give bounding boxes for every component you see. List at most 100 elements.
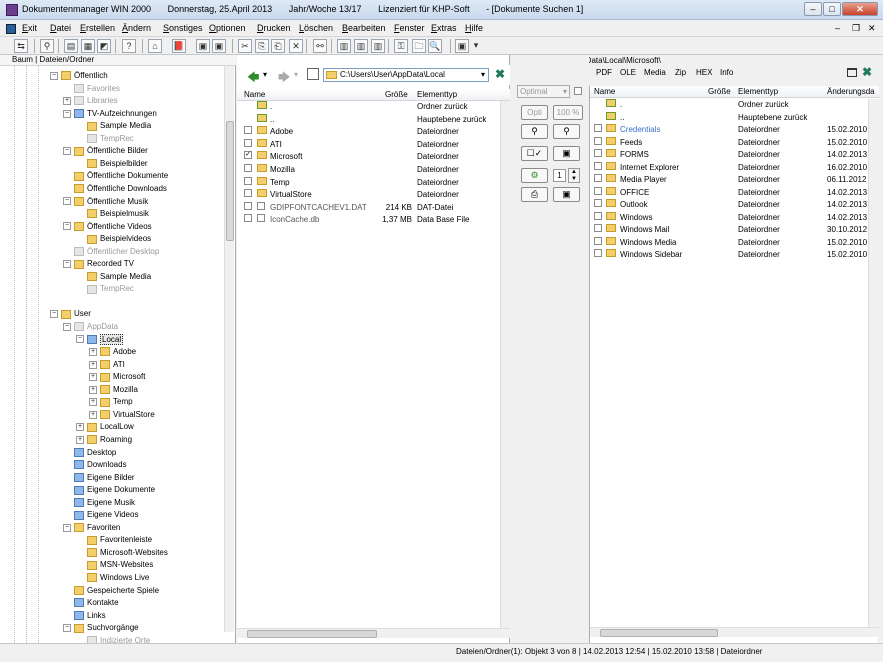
file-row[interactable]: Temp Dateiordner [237,176,499,189]
row-checkbox[interactable] [244,126,252,135]
tree-item[interactable]: Beispielbilder [76,158,148,170]
menu-10[interactable]: Extras [431,23,457,33]
menu-8[interactable]: Bearbeiten [342,23,386,33]
row-checkbox[interactable] [244,138,252,147]
preview-file-row[interactable]: Credentials Dateiordner 15.02.2010 1 [590,124,868,136]
row-checkbox[interactable] [594,149,602,157]
tree-item[interactable]: Links [63,610,106,622]
open-key-icon[interactable]: ⚙ [521,168,548,183]
path-dropdown-icon[interactable]: ▾ [481,69,485,81]
row-checkbox[interactable] [594,224,602,232]
tree-item[interactable]: Desktop [63,447,116,459]
tree-item[interactable]: − Favoriten [63,522,120,534]
row-checkbox[interactable] [594,124,602,132]
mdi-restore-button[interactable]: ❐ [852,23,860,34]
key-icon[interactable]: ⚿ [394,39,408,53]
tree-item[interactable]: MSN-Websites [76,559,153,571]
zoom-in-icon[interactable]: ⚲ [521,124,548,139]
preview-vscrollbar[interactable] [868,99,878,627]
row-checkbox[interactable] [244,201,252,210]
close-button[interactable]: ✕ [842,2,878,16]
tree-item[interactable]: Eigene Dokumente [63,484,155,496]
home-icon[interactable]: ⌂ [148,39,162,53]
preview-tab-media[interactable]: Media [641,67,669,79]
collapse-icon[interactable]: − [50,310,58,319]
doc-red-icon[interactable]: ▣ [196,39,210,53]
view-mode-checkbox[interactable] [574,87,582,95]
preview-tab-ole[interactable]: OLE [617,67,639,79]
bookmark-icon[interactable]: 📕 [172,39,186,53]
link-icon[interactable]: ⚯ [313,39,327,53]
row-checkbox[interactable]: ✓ [244,151,252,160]
delete-icon[interactable]: ✕ [289,39,303,53]
col-size[interactable]: Größe [385,89,408,101]
collapse-icon[interactable]: − [63,222,71,231]
pcol-size[interactable]: Größe [708,86,731,98]
tree-item[interactable]: Öffentlicher Desktop [63,246,159,258]
layout2-icon[interactable]: ▥ [354,39,368,53]
preview-tab-info[interactable]: Info [717,67,736,79]
row-checkbox[interactable] [594,199,602,207]
info-icon[interactable]: ◩ [97,39,111,53]
minimize-button[interactable]: – [804,2,822,16]
tree-item[interactable]: + VirtualStore [89,409,155,421]
expand-icon[interactable]: + [89,410,97,419]
preview-file-row[interactable]: Internet Explorer Dateiordner 16.02.2010 1 [590,161,868,174]
tree-item[interactable]: Sample Media [76,120,151,132]
row-checkbox[interactable] [244,189,252,198]
forward-arrow-icon[interactable]: 🡆 [278,68,290,89]
tree-item[interactable]: Favorites [63,83,120,95]
folder-view-icon[interactable]: 🗀 [412,39,426,53]
pcol-date[interactable]: Änderungsda [827,86,875,98]
tree-item[interactable]: − Local [76,333,124,346]
collapse-icon[interactable]: − [63,322,71,331]
tree-item[interactable]: Downloads [63,459,127,471]
view-mode-dropdown[interactable]: Optimal ▾ [517,85,570,98]
zoom-out-icon[interactable]: ⚲ [553,124,580,139]
tree-item[interactable]: − User [50,308,91,320]
menu-0[interactable]: Exit [22,23,37,33]
forward-dropdown-icon[interactable]: ▾ [294,70,298,79]
file-row[interactable]: ATI Dateiordner [237,138,499,151]
cut-icon[interactable]: ✂ [238,39,252,53]
tree-item[interactable]: + LocalLow [76,421,134,433]
expand-icon[interactable]: + [89,347,97,356]
file-row[interactable]: Mozilla Dateiordner [237,164,499,176]
file-row[interactable]: VirtualStore Dateiordner [237,189,499,201]
row-checkbox[interactable] [594,186,602,195]
row-checkbox[interactable] [244,164,252,172]
menu-4[interactable]: Sonstiges [163,23,203,33]
preview-tab-hex[interactable]: HEX [693,67,715,79]
tree-item[interactable]: TempRec [76,133,134,145]
tree-item[interactable]: Microsoft-Websites [76,547,168,559]
doc-red2-icon[interactable]: ▣ [212,39,226,53]
tree-item[interactable]: + Microsoft [89,371,145,383]
opti-button[interactable]: Opti [521,105,548,120]
tree-item[interactable]: − Recorded TV [63,258,134,270]
preview-file-row[interactable]: Windows Mail Dateiordner 30.10.2012 0 [590,224,868,236]
menu-6[interactable]: Drucken [257,23,291,33]
menu-5[interactable]: Optionen [209,23,246,33]
preview-file-row[interactable]: Feeds Dateiordner 15.02.2010 1 [590,136,868,149]
preview-file-row[interactable]: Outlook Dateiordner 14.02.2013 1 [590,199,868,211]
preview-hscrollbar[interactable] [590,627,879,637]
tree-scroll-thumb[interactable] [226,121,234,241]
book-icon[interactable]: ▤ [64,39,78,53]
preview-tab-zip[interactable]: Zip [672,67,689,79]
tree-item[interactable]: Gespeicherte Spiele [63,585,159,597]
back-dropdown-icon[interactable]: ▾ [263,70,267,79]
binoculars-icon[interactable]: ⚲ [40,39,54,53]
export-icon[interactable]: ▣ [455,39,469,53]
mdi-close-button[interactable]: ✕ [868,23,876,34]
preview-file-row[interactable]: . Ordner zurück [590,99,868,111]
row-checkbox[interactable] [244,176,252,185]
file-list-hscrollbar[interactable] [237,628,510,638]
tree-item[interactable]: Eigene Musik [63,497,135,509]
pcol-type[interactable]: Elementtyp [738,86,778,98]
preview-file-row[interactable]: Windows Media Dateiordner 15.02.2010 1 [590,236,868,249]
search-doc-icon[interactable]: 🔍 [428,39,442,53]
row-checkbox[interactable] [594,236,602,245]
monitor-icon[interactable]: ▣ [553,187,580,202]
menu-9[interactable]: Fenster [394,23,425,33]
file-row[interactable]: ✓ Microsoft Dateiordner [237,151,499,163]
